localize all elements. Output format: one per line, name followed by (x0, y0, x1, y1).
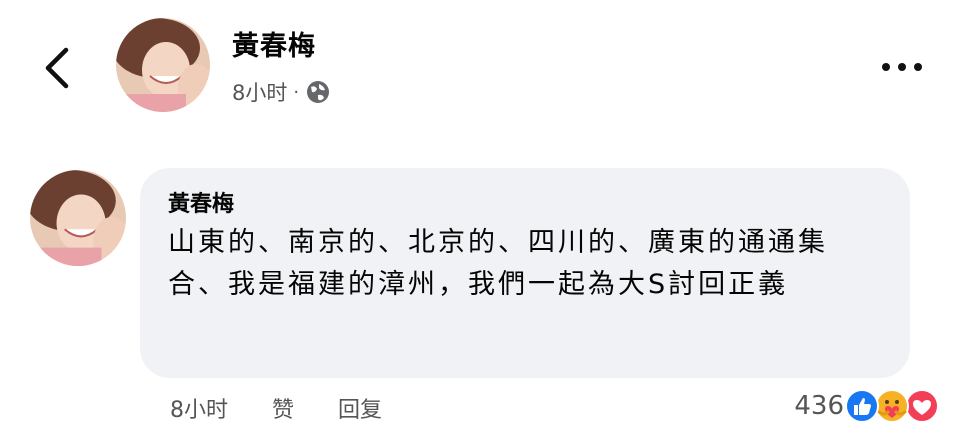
avatar-photo (116, 18, 210, 112)
avatar-photo (30, 170, 126, 266)
comment-time[interactable]: 8小时 (170, 392, 228, 424)
like-icon (844, 388, 880, 424)
globe-icon (305, 79, 331, 105)
post-meta: 8小时 · (232, 77, 331, 107)
more-options-button[interactable] (878, 54, 926, 80)
meta-separator: · (293, 81, 300, 103)
author-avatar[interactable] (116, 18, 210, 112)
comment-bubble: 黃春梅 山東的、南京的、北京的、四川的、廣東的通通集合、我是福建的漳州，我們一起… (140, 168, 910, 378)
more-dots-icon (882, 63, 922, 71)
back-button[interactable] (38, 44, 78, 92)
chevron-left-icon (45, 47, 69, 89)
like-button[interactable]: 赞 (272, 392, 294, 424)
comment-author-name[interactable]: 黃春梅 (168, 186, 882, 218)
comment-actions: 8小时 赞 回复 (170, 392, 426, 424)
reply-button[interactable]: 回复 (338, 392, 382, 424)
post-time[interactable]: 8小时 (232, 77, 287, 107)
post-author-name[interactable]: 黃春梅 (232, 24, 316, 63)
comment-text: 山東的、南京的、北京的、四川的、廣東的通通集合、我是福建的漳州，我們一起為大S討… (168, 227, 828, 300)
commenter-avatar[interactable] (30, 170, 126, 266)
reaction-summary[interactable]: 436 (794, 388, 940, 424)
reaction-count: 436 (794, 391, 844, 421)
